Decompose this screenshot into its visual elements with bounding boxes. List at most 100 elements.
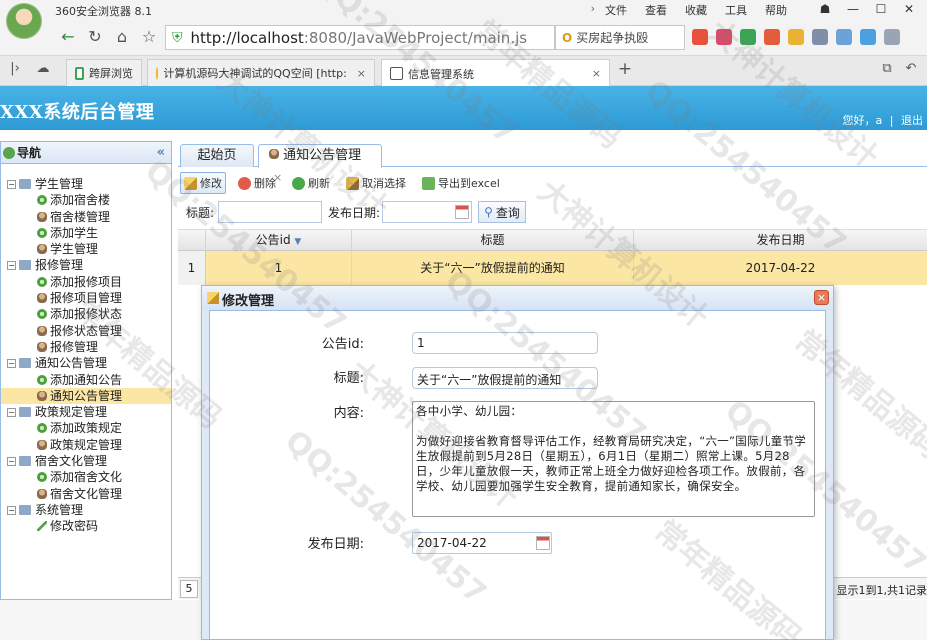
tab-notice-manage[interactable]: 通知公告管理 × (258, 144, 382, 184)
folder-icon (19, 358, 31, 369)
sidebar-item[interactable]: 添加政策规定 (1, 420, 171, 436)
cloud-icon[interactable]: ☁ (32, 59, 54, 81)
sidebar-item[interactable]: 学生管理 (1, 241, 171, 257)
home-icon[interactable]: ⌂ (111, 27, 133, 49)
sidebar-item[interactable]: 添加通知公告 (1, 372, 171, 388)
extension-icon[interactable] (788, 29, 804, 45)
close-icon[interactable]: × (592, 67, 601, 80)
collapse-toggle-icon[interactable]: − (7, 359, 16, 369)
menu-view[interactable]: 查看 (645, 2, 667, 18)
date-filter-input[interactable] (382, 201, 473, 223)
column-label: 公告id (255, 233, 291, 247)
id-input[interactable]: 1 (412, 332, 598, 354)
sidebar-group[interactable]: − 宿舍文化管理 (1, 453, 171, 469)
delete-button[interactable]: 删除 (234, 172, 280, 194)
collapse-toggle-icon[interactable]: − (7, 457, 16, 467)
table-row[interactable]: 1 1 关于“六一”放假提前的通知 2017-04-22 (178, 251, 927, 285)
sidebar-group[interactable]: − 报修管理 (1, 257, 171, 273)
extension-icon[interactable] (836, 29, 852, 45)
sidebar-item[interactable]: 宿舍楼管理 (1, 209, 171, 225)
skin-icon[interactable]: ☗ (811, 0, 839, 20)
restore-tab-icon[interactable]: ⧉ (876, 59, 898, 81)
query-button[interactable]: ⚲ 查询 (478, 201, 526, 223)
address-bar[interactable]: ⛨ http://localhost:8080/JavaWebProject/m… (165, 25, 555, 50)
back-icon[interactable]: ← (57, 27, 79, 49)
close-window-button[interactable]: ✕ (895, 0, 923, 20)
extension-icon[interactable] (764, 29, 780, 45)
sidebar-item[interactable]: 报修状态管理 (1, 323, 171, 339)
refresh-icon[interactable]: ↻ (84, 27, 106, 49)
column-header-date[interactable]: 发布日期 (634, 230, 927, 250)
app-grid-icon[interactable] (692, 29, 708, 45)
sidebar-item-label: 报修管理 (50, 339, 99, 354)
chevron-right-icon[interactable]: › (591, 2, 595, 18)
edit-label: 修改 (200, 177, 222, 190)
menu-file[interactable]: 文件 (605, 2, 627, 18)
page-icon (390, 67, 403, 80)
edit-button[interactable]: 修改 (180, 172, 226, 194)
dialog-title: 修改管理 (222, 294, 275, 309)
title-label: 标题: (333, 371, 364, 386)
add-icon (37, 472, 47, 483)
calendar-icon[interactable] (455, 205, 470, 219)
extension-icon[interactable] (716, 29, 732, 45)
menu-help[interactable]: 帮助 (765, 2, 787, 18)
sidebar-item[interactable]: 添加学生 (1, 225, 171, 241)
zoom-icon[interactable] (884, 29, 900, 45)
excel-icon (422, 176, 435, 190)
browser-avatar[interactable] (6, 3, 42, 39)
refresh-button[interactable]: 刷新 (288, 172, 334, 194)
add-icon (37, 309, 47, 320)
minimize-button[interactable]: — (839, 0, 867, 20)
sidebar-item[interactable]: 添加报修项目 (1, 274, 171, 290)
sidebar-item[interactable]: 报修项目管理 (1, 290, 171, 306)
extension-icon[interactable] (812, 29, 828, 45)
undo-close-icon[interactable]: ↶ (900, 59, 922, 81)
sidebar-group[interactable]: − 政策规定管理 (1, 404, 171, 420)
sidebar-item[interactable]: 修改密码 (1, 518, 171, 534)
tab-cross-screen[interactable]: 跨屏浏览 (66, 59, 142, 86)
sidebar-item[interactable]: 添加宿舍文化 (1, 469, 171, 485)
search-input[interactable]: O 买房起争执殴 (555, 25, 685, 50)
title-input[interactable]: 关于“六一”放假提前的通知 (412, 367, 598, 389)
collapse-toggle-icon[interactable]: − (7, 261, 16, 271)
tab-info-system[interactable]: 信息管理系统 × (381, 59, 610, 87)
logout-link[interactable]: 退出 (901, 114, 923, 127)
sidebar-item[interactable]: 添加报修状态 (1, 306, 171, 322)
tab-home[interactable]: 起始页 (180, 144, 254, 167)
title-filter-input[interactable] (218, 201, 323, 223)
dialog-close-button[interactable]: × (814, 290, 829, 305)
export-excel-button[interactable]: 导出到excel (418, 172, 504, 194)
sidebar-item[interactable]: 宿舍文化管理 (1, 486, 171, 502)
column-header-id[interactable]: 公告id ▼ (206, 230, 352, 250)
star-icon[interactable]: ☆ (138, 27, 160, 49)
publish-date-input[interactable]: 2017-04-22 (412, 532, 552, 554)
sidebar-group[interactable]: − 学生管理 (1, 176, 171, 192)
collapse-toggle-icon[interactable]: − (7, 180, 16, 189)
add-icon (37, 374, 47, 385)
collapse-icon[interactable]: « (157, 145, 165, 160)
page-size-select[interactable]: 5 (180, 580, 198, 598)
maximize-button[interactable]: ☐ (867, 0, 895, 20)
sidebar-item[interactable]: 政策规定管理 (1, 437, 171, 453)
content-textarea[interactable]: 各中小学、幼儿园： 为做好迎接省教育督导评估工作，经教育局研究决定，“六一”国际… (412, 401, 815, 517)
sidebar-toggle-icon[interactable]: |› (4, 59, 26, 81)
sidebar-group[interactable]: − 通知公告管理 (1, 355, 171, 371)
sidebar-item[interactable]: 报修管理 (1, 339, 171, 355)
sidebar-item[interactable]: 添加宿舍楼 (1, 192, 171, 208)
deselect-button[interactable]: 取消选择 (342, 172, 410, 194)
sidebar-item-label: 报修项目管理 (50, 291, 123, 306)
sidebar-group[interactable]: − 系统管理 (1, 502, 171, 518)
tab-qq-space[interactable]: 计算机源码大神调试的QQ空间 [http: × (147, 59, 375, 86)
calendar-icon[interactable] (536, 536, 550, 550)
extension-icon[interactable] (860, 29, 876, 45)
menu-tools[interactable]: 工具 (725, 2, 747, 18)
new-tab-button[interactable]: + (614, 59, 636, 81)
collapse-toggle-icon[interactable]: − (7, 408, 16, 418)
close-icon[interactable]: × (357, 67, 366, 80)
column-header-title[interactable]: 标题 (352, 230, 634, 250)
collapse-toggle-icon[interactable]: − (7, 505, 16, 515)
sidebar-item[interactable]: 通知公告管理 (1, 387, 171, 405)
extension-icon[interactable] (740, 29, 756, 45)
menu-favorites[interactable]: 收藏 (685, 2, 707, 18)
